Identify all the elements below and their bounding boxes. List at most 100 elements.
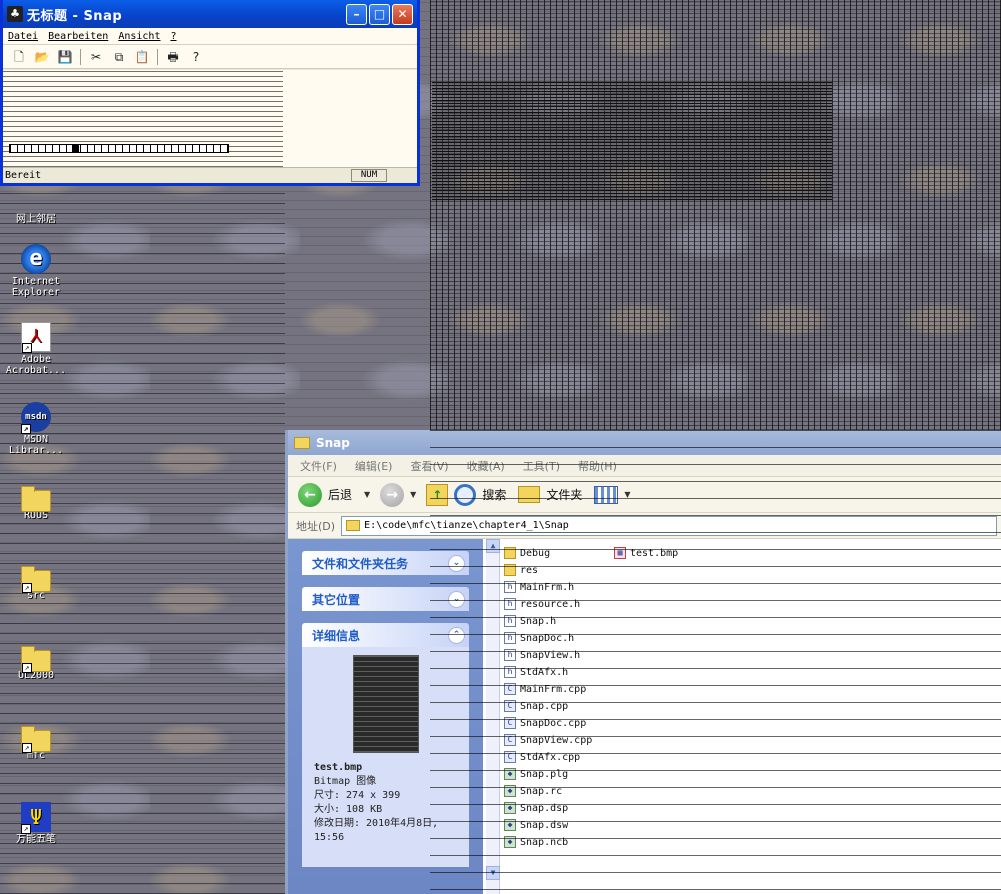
file-item[interactable]: ◆ Snap.rc [504,783,562,799]
desktop-icon-msdn[interactable]: msdn ↗ MSDN Librar... [0,402,72,456]
task-panel-header[interactable]: 其它位置 ⌄ [302,587,469,611]
address-input[interactable]: E:\code\mfc\tianze\chapter4_1\Snap [341,515,997,536]
desktop-icon-ruus[interactable]: RUUS [0,486,72,521]
desktop-icon-ie[interactable]: e Internet Explorer [0,244,72,298]
status-text: Bereit [5,170,42,181]
file-item[interactable]: ◆ Snap.dsp [504,800,568,816]
task-panel-header[interactable]: 文件和文件夹任务 ⌄ [302,551,469,575]
desktop-icon-wanneng[interactable]: Ψ ↗ 万能五笔 [0,802,72,845]
file-item[interactable]: h MainFrm.h [504,579,574,595]
file-name: Snap.dsw [520,819,569,831]
desktop-icon-label: MSDN Librar... [8,434,64,456]
file-item[interactable]: C MainFrm.cpp [504,681,586,697]
search-icon[interactable] [454,483,477,506]
folders-icon[interactable] [518,486,541,503]
minimize-button[interactable]: – [346,3,367,25]
file-item[interactable]: ◆ Snap.plg [504,766,568,782]
menu-view[interactable]: 查看(V) [410,458,448,474]
file-item[interactable]: C SnapDoc.cpp [504,715,586,731]
file-item[interactable]: h StdAfx.h [504,664,568,680]
cpp-file-icon: C [504,683,516,695]
explorer-toolbar: ← 后退 ▼ → ▼ ↑ 搜索 文件夹 ▼ [288,477,1001,513]
desktop-icon-network[interactable]: 网上邻居 [0,182,72,225]
snap-menu-bar: Datei Bearbeiten Ansicht ? [3,28,417,45]
help-icon[interactable]: ? [188,49,204,65]
detail-file-name: test.bmp [314,762,363,773]
panel-title: 详细信息 [312,628,361,643]
scrollbar[interactable]: ▲ ▼ [486,539,500,894]
menu-datei[interactable]: Datei [8,31,38,42]
copy-icon[interactable]: ⧉ [111,49,127,65]
search-button-label[interactable]: 搜索 [482,486,506,503]
chevron-down-icon[interactable]: ▼ [364,490,370,499]
file-name: StdAfx.cpp [520,751,581,763]
back-arrow-icon[interactable]: ← [298,482,322,507]
explorer-title-bar[interactable]: Snap [288,430,1001,455]
menu-bearbeiten[interactable]: Bearbeiten [48,31,108,42]
file-item[interactable]: ◆ Snap.ncb [504,834,568,850]
detail-modified: 修改日期: 2010年4月8日, 15:56 [314,818,439,843]
desktop-icon-ul2000[interactable]: ↗ UL2000 [0,646,72,681]
menu-favorites[interactable]: 收藏(A) [467,458,505,474]
file-item[interactable]: Debug [504,545,550,561]
menu-help[interactable]: ? [170,31,176,42]
misc-file-icon: ◆ [504,819,516,831]
file-name: Snap.dsp [520,802,569,814]
desktop-icon-acrobat[interactable]: ⅄ ↗ Adobe Acrobat... [0,322,72,376]
chevron-up-icon[interactable]: ⌃ [448,626,465,644]
task-panel-header[interactable]: 详细信息 ⌃ [302,623,469,647]
h-file-icon: h [504,598,516,610]
file-item[interactable]: C StdAfx.cpp [504,749,580,765]
file-item[interactable]: ◆ Snap.dsw [504,817,568,833]
render-artifact-area [430,0,1001,430]
scroll-up-icon[interactable]: ▲ [486,539,500,553]
chevron-down-icon[interactable]: ▼ [410,490,416,499]
views-icon[interactable] [594,485,619,504]
print-icon[interactable]: 🖶 [165,49,181,65]
file-item[interactable]: C Snap.cpp [504,698,568,714]
detail-dimensions: 尺寸: 274 x 399 [314,790,401,801]
menu-edit[interactable]: 编辑(E) [355,458,393,474]
close-button[interactable]: ✕ [392,3,413,25]
folder-up-icon[interactable]: ↑ [426,483,449,506]
file-item[interactable]: ▦ test.bmp [614,545,678,561]
file-item[interactable]: h SnapView.h [504,647,580,663]
misc-file-icon: ◆ [504,802,516,814]
menu-help[interactable]: 帮助(H) [578,458,617,474]
save-icon[interactable]: 💾 [57,49,73,65]
file-name: res [520,564,539,576]
file-name: SnapView.cpp [520,734,593,746]
chevron-down-icon[interactable]: ⌄ [448,590,465,608]
desktop-icon-mfc[interactable]: ↗ mfc [0,726,72,761]
menu-ansicht[interactable]: Ansicht [118,31,160,42]
paste-icon[interactable]: 📋 [134,49,150,65]
folders-button-label[interactable]: 文件夹 [546,486,582,503]
menu-tools[interactable]: 工具(T) [523,458,560,474]
bmp-file-icon: ▦ [614,547,626,559]
file-item[interactable]: h resource.h [504,596,580,612]
back-button-label[interactable]: 后退 [328,486,352,503]
desktop-icon-label: Internet Explorer [11,276,61,298]
desktop-icon-src[interactable]: ↗ src [0,566,72,601]
maximize-button[interactable]: □ [369,3,390,25]
cut-icon[interactable]: ✂ [88,49,104,65]
chevron-down-icon[interactable]: ▼ [624,490,630,499]
snap-app-icon[interactable]: ♣ [7,6,23,22]
new-icon[interactable]: 🗋 [11,49,27,65]
file-name: MainFrm.h [520,581,575,593]
render-artifact-block [432,80,832,200]
menu-file[interactable]: 文件(F) [300,458,337,474]
panel-title: 文件和文件夹任务 [312,556,409,571]
file-item[interactable]: res [504,562,538,578]
file-item[interactable]: h SnapDoc.h [504,630,574,646]
details-body: test.bmp Bitmap 图像 尺寸: 274 x 399 大小: 108… [302,647,469,867]
file-item[interactable]: h Snap.h [504,613,556,629]
forward-arrow-icon[interactable]: → [380,482,405,507]
open-icon[interactable]: 📂 [34,49,50,65]
file-list: ▲ ▼ Debug res h MainFrm.h h resource.h h Snap.h… [486,539,1001,894]
snap-title-bar[interactable]: ♣ 无标题 - Snap – □ ✕ [3,0,417,28]
misc-file-icon: ◆ [504,785,516,797]
scroll-down-icon[interactable]: ▼ [486,866,500,880]
chevron-down-icon[interactable]: ⌄ [448,554,465,572]
file-item[interactable]: C SnapView.cpp [504,732,592,748]
